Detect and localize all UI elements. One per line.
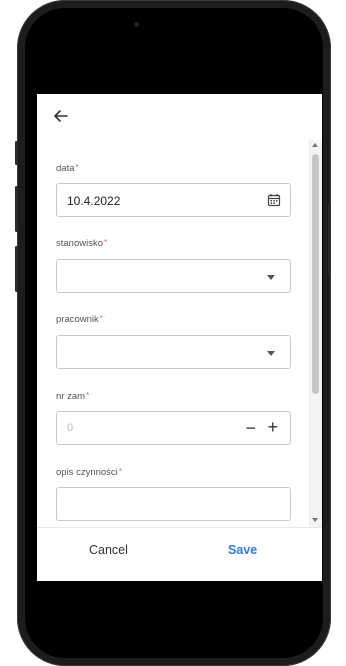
field-label-nr-zam: nr zam*	[56, 391, 90, 402]
calendar-icon[interactable]	[267, 193, 281, 207]
save-button[interactable]: Save	[228, 543, 257, 557]
decrement-button[interactable]: −	[245, 418, 256, 438]
date-field[interactable]: 10.4.2022	[56, 183, 291, 217]
phone-button-left-3	[15, 246, 18, 292]
camera-dot	[134, 22, 139, 27]
opis-czynnosci-textarea[interactable]	[56, 487, 291, 521]
chevron-down-icon	[267, 351, 275, 356]
app-bar	[37, 94, 322, 141]
nr-zam-stepper[interactable]: 0 − +	[56, 411, 291, 445]
stanowisko-select[interactable]	[56, 259, 291, 293]
field-label-data: data*	[56, 163, 79, 174]
arrow-left-icon[interactable]	[51, 106, 71, 126]
form-footer: Cancel Save	[37, 527, 322, 581]
field-label-pracownik: pracownik*	[56, 314, 103, 325]
phone-button-right	[328, 204, 331, 274]
cancel-button[interactable]: Cancel	[89, 543, 128, 557]
app-screen: data* 10.4.2022 stanowisko* pracownik* n…	[37, 94, 322, 581]
phone-button-left-1	[15, 141, 18, 165]
field-label-opis: opis czynności*	[56, 467, 122, 478]
chevron-down-icon	[267, 275, 275, 280]
field-label-stanowisko: stanowisko*	[56, 238, 108, 249]
scroll-down-icon[interactable]	[312, 518, 318, 522]
nr-zam-placeholder: 0	[67, 422, 74, 434]
scrollbar-thumb[interactable]	[312, 154, 319, 394]
date-value: 10.4.2022	[67, 194, 121, 208]
phone-button-left-2	[15, 186, 18, 232]
scroll-up-icon[interactable]	[312, 143, 318, 147]
increment-button[interactable]: +	[267, 417, 278, 437]
phone-notch	[100, 14, 230, 42]
form-content: data* 10.4.2022 stanowisko* pracownik* n…	[37, 140, 309, 527]
pracownik-select[interactable]	[56, 335, 291, 369]
